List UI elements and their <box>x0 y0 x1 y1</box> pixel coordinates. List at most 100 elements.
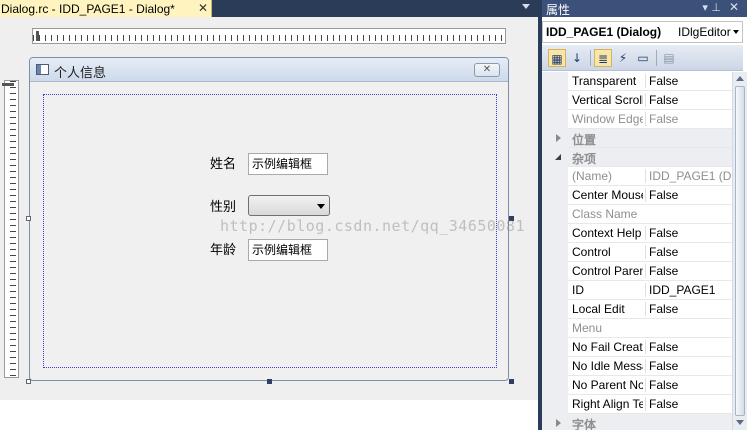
resize-handle[interactable] <box>509 379 514 384</box>
property-row[interactable]: No Idle MessageFalse <box>542 357 732 376</box>
collapse-arrow-icon[interactable] <box>556 419 561 427</box>
age-edit[interactable]: 示例编辑框 <box>248 239 328 261</box>
property-value[interactable]: False <box>645 302 731 316</box>
pin-icon[interactable]: ▾ ⊥ <box>702 1 721 14</box>
property-row[interactable]: Transparent False <box>542 72 732 91</box>
chevron-up-icon[interactable] <box>736 76 744 81</box>
close-icon[interactable]: ✕ <box>474 63 500 77</box>
property-value[interactable]: False <box>645 264 731 278</box>
document-tab-label: Dialog.rc - IDD_PAGE1 - Dialog* <box>1 1 175 16</box>
expand-arrow-icon[interactable] <box>555 154 561 160</box>
vertical-ruler[interactable] <box>4 80 19 378</box>
property-category[interactable]: 字体 <box>542 414 732 430</box>
property-row[interactable]: Window Edge False <box>542 110 732 129</box>
resize-handle[interactable] <box>26 379 31 384</box>
messages-icon[interactable]: ▭ <box>634 49 652 67</box>
property-value[interactable]: False <box>645 74 731 88</box>
property-value[interactable]: False <box>645 93 731 107</box>
property-value[interactable]: False <box>645 340 731 354</box>
row-gutter <box>542 281 568 300</box>
row-gutter <box>542 72 568 91</box>
name-edit[interactable]: 示例编辑框 <box>248 153 328 175</box>
property-row[interactable]: Control False <box>542 243 732 262</box>
property-value[interactable]: False <box>645 112 731 126</box>
row-gutter <box>542 300 568 319</box>
property-value[interactable]: IDD_PAGE1 <box>645 283 731 297</box>
age-label[interactable]: 年龄 <box>210 239 236 258</box>
collapse-arrow-icon[interactable] <box>556 134 561 142</box>
row-gutter <box>542 167 568 186</box>
row-gutter <box>542 110 568 129</box>
document-tab-strip: Dialog.rc - IDD_PAGE1 - Dialog* ✕ <box>0 0 538 17</box>
property-name: Local Edit <box>572 302 625 316</box>
row-gutter <box>542 205 568 224</box>
events-icon[interactable]: ⚡ <box>614 49 632 67</box>
resource-designer: Dialog.rc - IDD_PAGE1 - Dialog* ✕ 个人信息 ✕… <box>0 0 538 430</box>
ruler-marker <box>36 31 39 41</box>
property-name: No Parent Notify <box>572 378 643 392</box>
property-row[interactable]: Vertical ScrollbarFalse <box>542 91 732 110</box>
property-name: Menu <box>572 321 603 335</box>
property-value[interactable]: False <box>645 397 731 411</box>
dialog-title: 个人信息 <box>54 66 107 81</box>
object-selector[interactable]: IDD_PAGE1 (Dialog) IDlgEditor <box>542 21 743 43</box>
property-name: Right Align Text <box>572 397 643 411</box>
row-gutter <box>542 91 568 110</box>
property-row[interactable]: (Name) IDD_PAGE1 (Dialog) <box>542 167 732 186</box>
toolbar-separator <box>656 50 657 66</box>
scroll-thumb[interactable] <box>735 86 745 416</box>
property-row[interactable]: No Fail Create False <box>542 338 732 357</box>
property-value[interactable]: False <box>645 359 731 373</box>
property-value[interactable]: False <box>645 378 731 392</box>
properties-pane: 属性 ▾ ⊥ ✕ IDD_PAGE1 (Dialog) IDlgEditor ▦… <box>538 0 747 430</box>
property-row[interactable]: Class Name <box>542 205 732 224</box>
categorized-icon[interactable]: ▦ <box>548 49 566 67</box>
chevron-down-icon[interactable] <box>522 4 530 9</box>
window-icon <box>36 64 49 75</box>
alphabetical-icon[interactable]: ↓ <box>568 49 586 67</box>
properties-toolbar: ▦ ↓ ≣ ⚡ ▭ ▤ <box>542 45 743 71</box>
gender-combobox[interactable] <box>248 195 330 216</box>
property-name: Vertical Scrollbar <box>572 93 643 107</box>
property-row[interactable]: ID IDD_PAGE1 <box>542 281 732 300</box>
property-row[interactable]: Local Edit False <box>542 300 732 319</box>
property-name: Center Mouse <box>572 188 643 202</box>
property-value[interactable]: False <box>645 245 731 259</box>
properties-icon[interactable]: ≣ <box>594 49 612 67</box>
property-value[interactable]: False <box>645 188 731 202</box>
property-grid: TransparentFalseVertical ScrollbarFalseW… <box>542 72 732 430</box>
property-name: 字体 <box>572 418 597 430</box>
property-name: 杂项 <box>572 152 597 166</box>
property-row[interactable]: Center Mouse False <box>542 186 732 205</box>
chevron-down-icon[interactable] <box>736 420 744 425</box>
property-row[interactable]: Right Align TextFalse <box>542 395 732 414</box>
row-gutter <box>542 129 568 148</box>
gender-label[interactable]: 性别 <box>210 196 236 215</box>
close-icon[interactable]: ✕ <box>198 1 208 15</box>
horizontal-ruler[interactable] <box>32 28 506 44</box>
property-value[interactable]: False <box>645 226 731 240</box>
property-row[interactable]: No Parent NotifyFalse <box>542 376 732 395</box>
resize-handle[interactable] <box>26 216 31 221</box>
row-gutter <box>542 224 568 243</box>
property-name: ID <box>572 283 584 297</box>
property-row[interactable]: Menu <box>542 319 732 338</box>
overrides-icon[interactable]: ▤ <box>660 49 678 67</box>
close-icon[interactable]: ✕ <box>729 0 739 14</box>
document-tab[interactable]: Dialog.rc - IDD_PAGE1 - Dialog* ✕ <box>0 0 212 17</box>
property-row[interactable]: Context Help False <box>542 224 732 243</box>
resize-handle[interactable] <box>267 379 272 384</box>
row-gutter <box>542 357 568 376</box>
property-category[interactable]: 位置 <box>542 129 732 148</box>
property-name: No Idle Message <box>572 359 643 373</box>
row-gutter <box>542 262 568 281</box>
row-gutter <box>542 186 568 205</box>
row-gutter <box>542 319 568 338</box>
chevron-down-icon <box>733 30 739 34</box>
property-category[interactable]: 杂项 <box>542 148 732 167</box>
row-gutter <box>542 414 568 430</box>
property-grid-scrollbar[interactable] <box>732 72 747 430</box>
name-label[interactable]: 姓名 <box>210 153 236 172</box>
property-row[interactable]: Control Parent False <box>542 262 732 281</box>
property-value[interactable]: IDD_PAGE1 (Dialog) <box>645 169 731 183</box>
